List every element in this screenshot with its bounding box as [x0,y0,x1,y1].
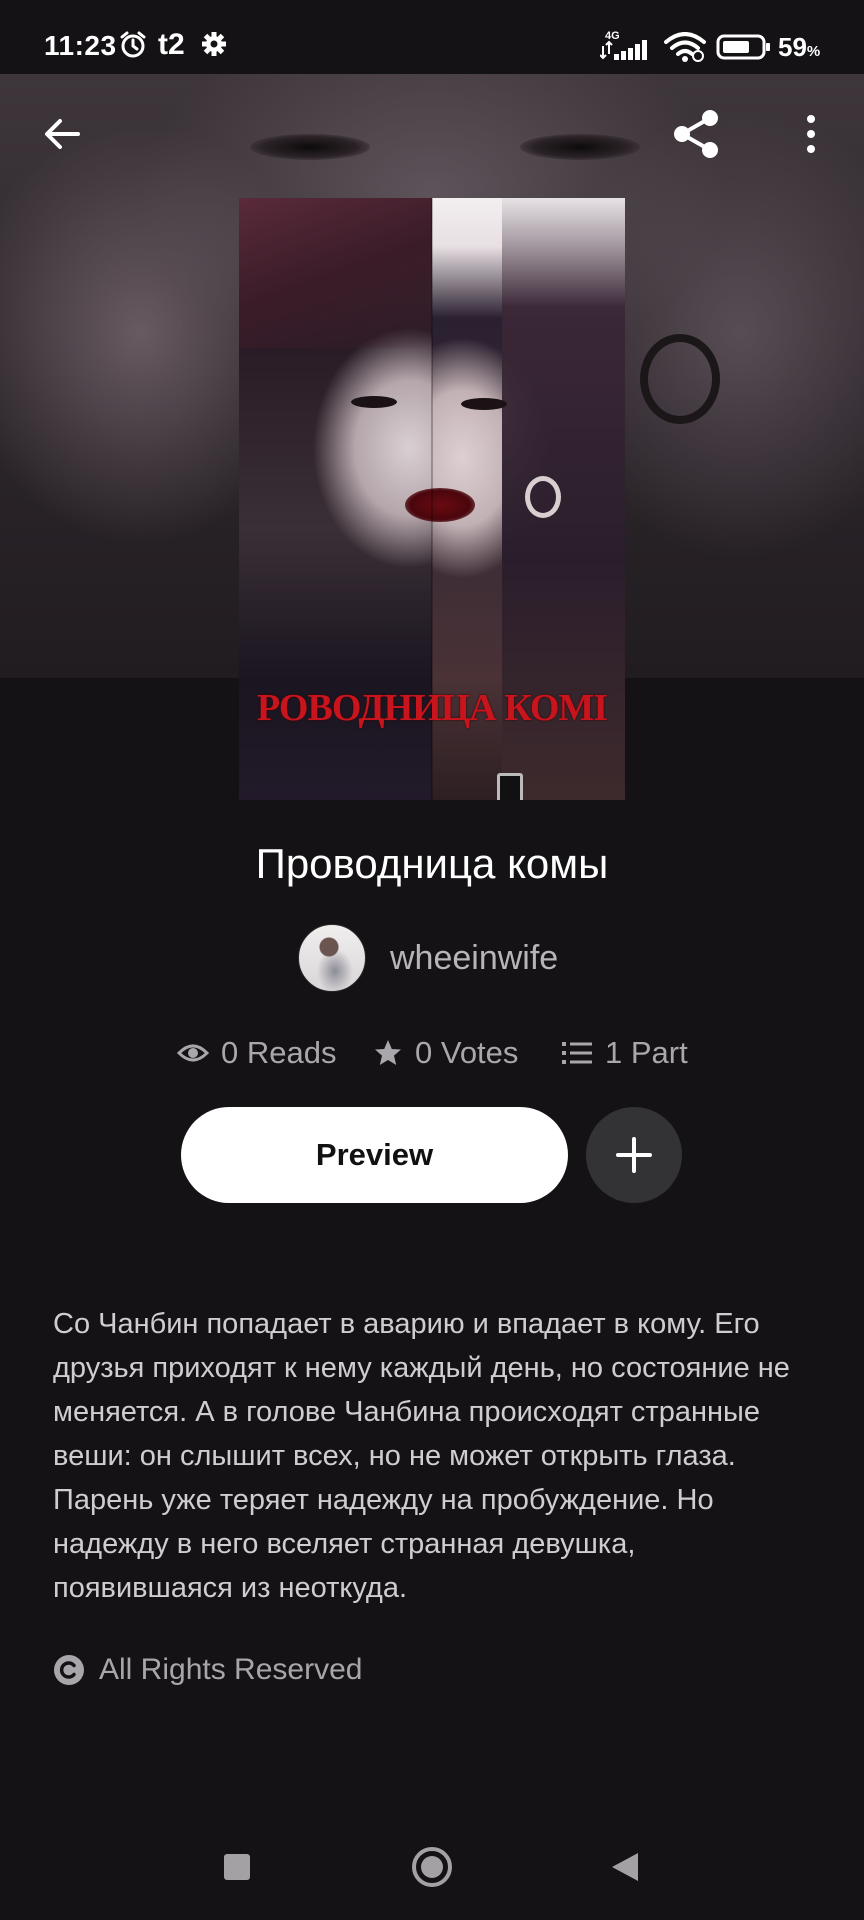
votes-stat: 0 Votes [373,1030,518,1076]
status-bar: 11:23 t2 4G 59% [0,0,864,74]
back-triangle-icon [612,1853,638,1881]
author-link[interactable]: wheeinwife [298,924,558,992]
more-vertical-icon [807,115,815,153]
reads-count: 0 Reads [221,1035,337,1070]
system-nav-bar [0,1812,864,1920]
settings-icon [200,30,228,63]
copyright-icon [54,1655,84,1685]
signal-icon [599,40,652,65]
add-to-library-button[interactable] [586,1107,682,1203]
votes-count: 0 Votes [415,1035,519,1070]
recents-button[interactable] [212,1842,262,1892]
story-details-screen: 11:23 t2 4G 59% РОВОДНИЦА КОМІ Проводниц… [0,0,864,1920]
cover-title-text: РОВОДНИЦА КОМІ [256,687,608,729]
home-button[interactable] [407,1842,457,1892]
carrier-label: t2 [158,28,185,61]
star-icon [375,1040,401,1065]
share-button[interactable] [660,98,732,170]
story-stats: 0 Reads 0 Votes 1 Part [0,1030,864,1076]
home-circle-icon [412,1847,452,1887]
license-text: All Rights Reserved [99,1653,363,1686]
story-description: Со Чанбин попадает в аварию и впадает в … [53,1308,790,1604]
alarm-icon [118,30,148,65]
cover-earring [525,476,561,518]
more-options-button[interactable] [775,98,847,170]
preview-button[interactable]: Preview [181,1107,568,1203]
list-icon [562,1042,592,1064]
book-cover[interactable]: РОВОДНИЦА КОМІ [239,198,625,800]
parts-count: 1 Part [605,1035,688,1070]
arrow-left-icon [45,119,80,149]
parts-stat: 1 Part [561,1030,688,1076]
preview-button-label: Preview [315,1137,434,1172]
battery-percent: 59% [778,32,821,62]
back-button[interactable] [26,98,98,170]
author-avatar[interactable] [298,924,366,992]
author-name[interactable]: wheeinwife [390,939,558,978]
wifi-icon [664,32,706,67]
recents-square-icon [224,1854,250,1880]
cover-lips [405,488,475,522]
share-icon [674,110,718,158]
story-title: Проводница комы [255,840,609,887]
status-time: 11:23 [44,30,117,61]
license-info: All Rights Reserved [53,1650,362,1690]
plus-icon [616,1137,652,1173]
battery-icon [716,34,772,65]
back-nav-button[interactable] [600,1842,650,1892]
reads-stat: 0 Reads [177,1030,336,1076]
eye-icon [177,1044,209,1062]
